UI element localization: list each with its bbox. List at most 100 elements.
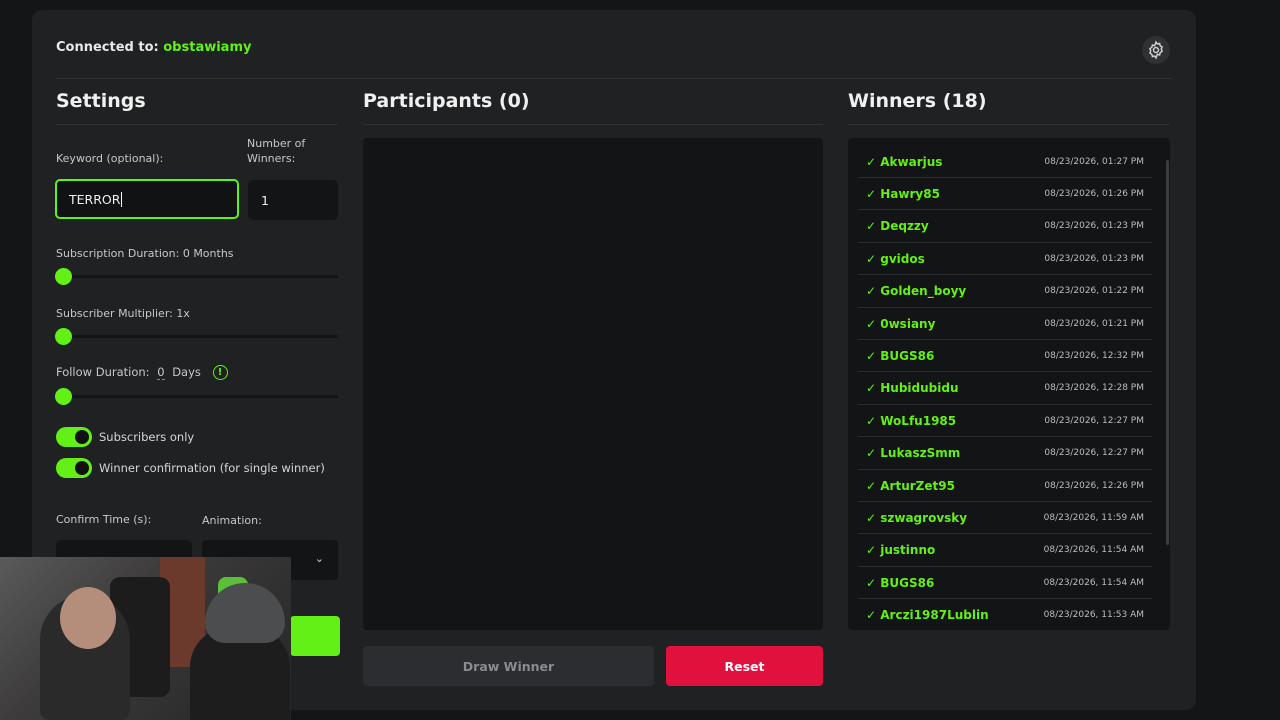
check-icon: ✓ [866,543,877,558]
check-icon: ✓ [866,413,877,428]
check-icon: ✓ [866,284,877,299]
winners-count-input[interactable]: 1 [248,180,338,220]
animation-label: Animation: [202,514,262,527]
follow-duration-label: Follow Duration: 0 Days ! [56,365,228,380]
winner-username: Akwarjus [880,154,943,169]
winners-count-value: 1 [261,192,269,208]
gear-icon [1149,40,1163,60]
toggle-knob [75,461,89,475]
check-icon: ✓ [866,251,877,266]
check-icon: ✓ [866,478,877,493]
participants-title: Participants (0) [363,90,530,112]
winner-confirmation-toggle[interactable] [56,458,92,478]
check-icon: ✓ [866,381,877,396]
winner-username: Deqzzy [880,219,929,234]
winner-username: Golden_boyy [880,284,967,299]
winner-username: ArturZet95 [880,478,955,493]
winner-username: BUGS86 [880,575,935,590]
keyword-label: Keyword (optional): [56,152,164,165]
winner-username: BUGS86 [880,348,935,363]
reset-button[interactable]: Reset [666,646,823,686]
winner-name: ✓ 0wsiany [866,317,935,331]
winner-username: 0wsiany [880,316,936,331]
winner-row: ✓ BUGS86 08/23/2026, 11:54 AM [858,567,1152,600]
winners-title: Winners (18) [848,90,987,112]
subscribers-only-toggle[interactable] [56,427,92,447]
check-icon: ✓ [866,510,877,525]
connection-status: Connected to: obstawiamy [56,40,251,55]
slider-thumb[interactable] [55,388,72,405]
winner-confirmation-label: Winner confirmation (for single winner) [99,461,325,475]
winner-row: ✓ justinno 08/23/2026, 11:54 AM [858,535,1152,567]
slider-thumb[interactable] [55,268,72,285]
winner-name: ✓ Hawry85 [866,187,940,201]
winner-date: 08/23/2026, 01:23 PM [1044,253,1144,264]
header-divider [56,78,1172,79]
webcam-person-right-cap [205,583,285,643]
check-icon: ✓ [866,575,877,590]
winner-name: ✓ Golden_boyy [866,284,966,298]
check-icon: ✓ [866,608,877,623]
follow-duration-unit: Days [172,365,201,379]
winner-row: ✓ BUGS86 08/23/2026, 12:32 PM [858,340,1152,373]
winner-date: 08/23/2026, 11:59 AM [1043,512,1144,523]
winner-name: ✓ szwagrovsky [866,511,967,525]
winner-name: ✓ Akwarjus [866,155,942,169]
winner-name: ✓ ArturZet95 [866,479,955,493]
winner-date: 08/23/2026, 01:21 PM [1044,318,1144,329]
winners-divider [848,124,1170,125]
info-icon[interactable]: ! [212,365,228,380]
winner-username: szwagrovsky [880,510,968,525]
winner-row: ✓ Golden_boyy 08/23/2026, 01:22 PM [858,276,1152,308]
winner-date: 08/23/2026, 11:54 AM [1043,577,1144,588]
winner-row: ✓ gvidos 08/23/2026, 01:23 PM [858,243,1152,276]
winners-count-label: Number of Winners: [247,137,306,165]
subscribers-only-label: Subscribers only [99,430,195,444]
keyword-input[interactable]: TERROR [55,179,239,219]
settings-title: Settings [56,90,146,112]
webcam-overlay [0,557,291,720]
winner-row: ✓ Akwarjus 08/23/2026, 01:27 PM [858,146,1152,178]
follow-duration-slider[interactable] [55,388,338,405]
channel-name: obstawiamy [163,40,252,55]
winner-name: ✓ BUGS86 [866,349,934,363]
winner-name: ✓ WoLfu1985 [866,414,956,428]
winner-date: 08/23/2026, 11:54 AM [1043,545,1144,556]
check-icon: ✓ [866,446,877,461]
winner-row: ✓ szwagrovsky 08/23/2026, 11:59 AM [858,502,1152,535]
participants-list [363,138,823,630]
check-icon: ✓ [866,186,877,201]
winner-name: ✓ gvidos [866,252,925,266]
winner-row: ✓ Arczi1987Lublin 08/23/2026, 11:53 AM [858,600,1152,630]
winner-name: ✓ Arczi1987Lublin [866,608,989,622]
winner-date: 08/23/2026, 12:32 PM [1044,350,1144,361]
check-icon: ✓ [866,219,877,234]
draw-winner-button[interactable]: Draw Winner [363,646,654,686]
winner-date: 08/23/2026, 01:27 PM [1044,156,1144,167]
sub-duration-slider[interactable] [55,268,338,285]
winner-username: Arczi1987Lublin [880,608,989,623]
confirm-time-label: Confirm Time (s): [56,513,152,526]
winner-row: ✓ 0wsiany 08/23/2026, 01:21 PM [858,308,1152,340]
follow-duration-value[interactable]: 0 [157,365,165,380]
winner-date: 08/23/2026, 12:27 PM [1044,415,1144,426]
check-icon: ✓ [866,154,877,169]
winner-username: LukaszSmm [880,446,961,461]
start-button[interactable] [290,616,340,656]
connected-label: Connected to: [56,40,159,55]
winner-name: ✓ Deqzzy [866,219,929,233]
sub-multiplier-slider[interactable] [55,328,338,345]
winner-date: 08/23/2026, 12:26 PM [1044,480,1144,491]
winner-name: ✓ justinno [866,543,935,557]
winner-date: 08/23/2026, 01:23 PM [1044,221,1144,232]
settings-button[interactable] [1142,36,1170,64]
winners-scrollbar[interactable] [1166,160,1169,545]
winner-date: 08/23/2026, 11:53 AM [1043,610,1144,621]
winner-username: Hubidubidu [880,381,959,396]
winner-name: ✓ Hubidubidu [866,381,959,395]
winner-date: 08/23/2026, 12:27 PM [1044,448,1144,459]
winner-username: gvidos [880,251,925,266]
webcam-person-left-head [60,587,116,649]
winner-row: ✓ ArturZet95 08/23/2026, 12:26 PM [858,470,1152,502]
slider-thumb[interactable] [55,328,72,345]
